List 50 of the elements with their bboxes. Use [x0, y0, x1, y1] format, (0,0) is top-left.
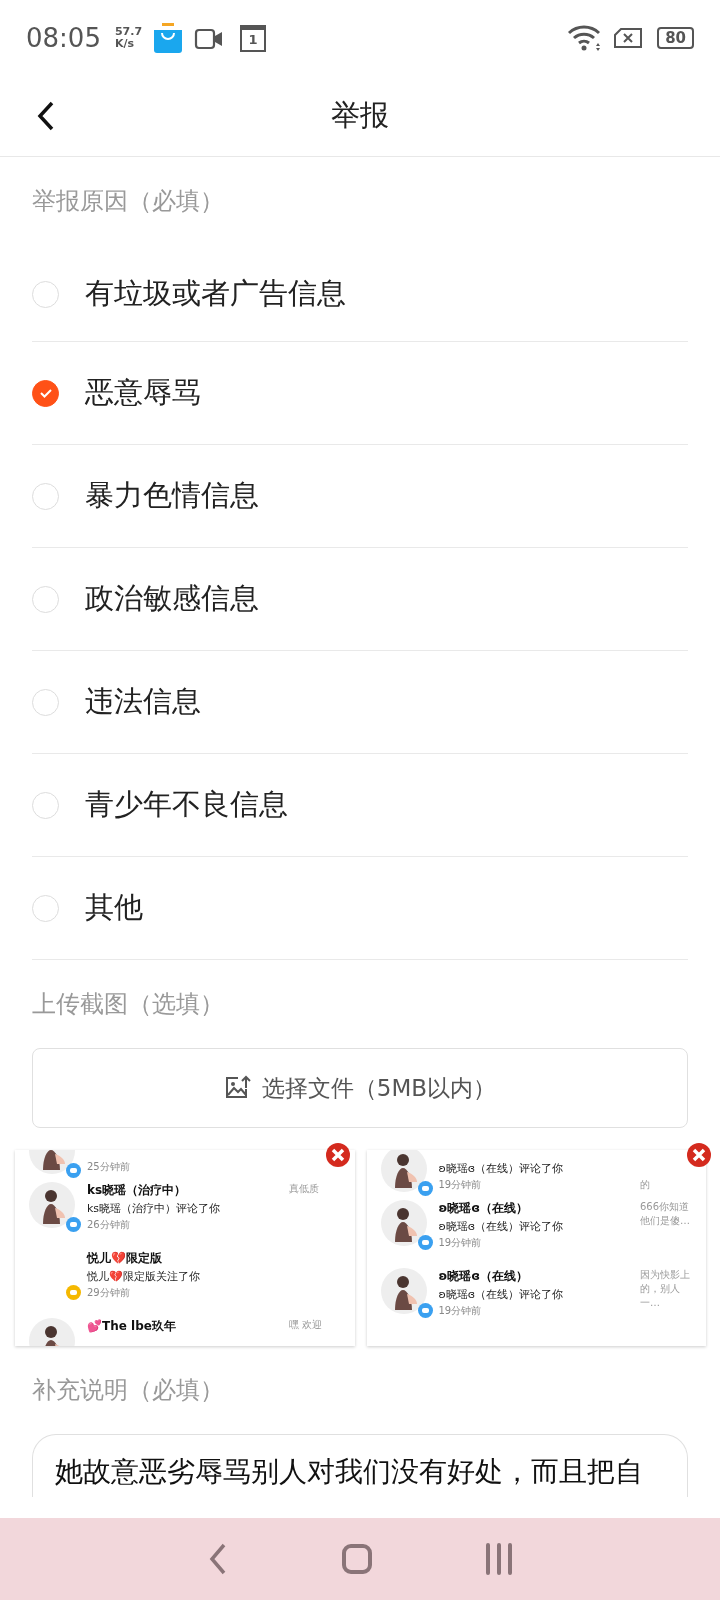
notification-time: 19分钟前	[438, 1236, 483, 1250]
notification-name: ʚ晓瑶ɞ（在线）	[438, 1268, 530, 1285]
speed-unit: K/s	[114, 38, 136, 50]
close-icon[interactable]	[686, 1142, 712, 1168]
notification-text: 悦儿💔限定版关注了你	[87, 1269, 201, 1284]
notification-time: 19分钟前	[438, 1178, 483, 1192]
section-label: 补充说明（必填）	[32, 1375, 225, 1406]
notification-text: ʚ晓瑶ɞ（在线）评论了你	[438, 1161, 565, 1176]
comment-badge-icon	[66, 1163, 81, 1178]
comment-preview: 嘿 欢迎	[288, 1318, 323, 1332]
clock: 08:05	[26, 23, 101, 53]
notification-name: ʚ晓瑶ɞ（在线）	[438, 1200, 530, 1217]
reason-option[interactable]: 恶意辱骂	[32, 342, 688, 445]
notification-name: ks晓瑶（治疗中）	[87, 1182, 188, 1199]
shopping-bag-icon	[152, 22, 185, 54]
no-sim-icon	[613, 28, 644, 48]
section-label: 上传截图（选填）	[32, 989, 225, 1020]
notification-time: 25分钟前	[87, 1160, 131, 1174]
back-icon[interactable]	[36, 100, 56, 132]
page-title: 举报	[331, 97, 389, 134]
close-icon[interactable]	[324, 1142, 351, 1168]
reason-option[interactable]: 暴力色情信息	[32, 445, 688, 548]
comment-preview: 666你知道他们是傻…	[640, 1200, 691, 1228]
reason-option[interactable]: 其他	[32, 857, 688, 960]
comment-badge-icon	[66, 1217, 81, 1232]
heart-badge-icon	[66, 1285, 81, 1300]
notification-time: 19分钟前	[438, 1304, 483, 1318]
choose-file-button[interactable]: 选择文件（5MB以内）	[32, 1048, 688, 1128]
recents-nav-icon[interactable]	[484, 1543, 515, 1575]
notification-time: 29分钟前	[87, 1286, 131, 1300]
comment-preview: 的	[640, 1178, 651, 1192]
reason-option[interactable]: 青少年不良信息	[32, 754, 688, 857]
notification-text: ks晓瑶（治疗中）评论了你	[87, 1201, 222, 1216]
radio-button[interactable]	[32, 379, 59, 407]
image-upload-icon	[223, 1075, 252, 1101]
reason-option[interactable]: 有垃圾或者广告信息	[32, 247, 688, 342]
notification-time: 26分钟前	[87, 1218, 131, 1232]
notification-name: 悦儿💔限定版	[87, 1250, 163, 1267]
notification-text: ʚ晓瑶ɞ（在线）评论了你	[438, 1287, 565, 1302]
reason-option[interactable]: 违法信息	[32, 651, 688, 754]
home-nav-icon[interactable]	[341, 1543, 373, 1575]
network-speed: 57.7	[114, 26, 143, 38]
section-label: 举报原因（必填）	[32, 186, 225, 217]
description-field[interactable]: 她故意恶劣辱骂别人对我们没有好处，而且把自	[32, 1434, 688, 1497]
battery-icon: 80	[657, 27, 694, 49]
notification-name: 💕The lbe玖年	[87, 1318, 177, 1335]
comment-preview: 真低质	[288, 1182, 320, 1196]
reason-option[interactable]: 政治敏感信息	[32, 548, 688, 651]
calendar-icon: 1	[240, 24, 267, 52]
notification-text: ʚ晓瑶ɞ（在线）评论了你	[438, 1219, 565, 1234]
